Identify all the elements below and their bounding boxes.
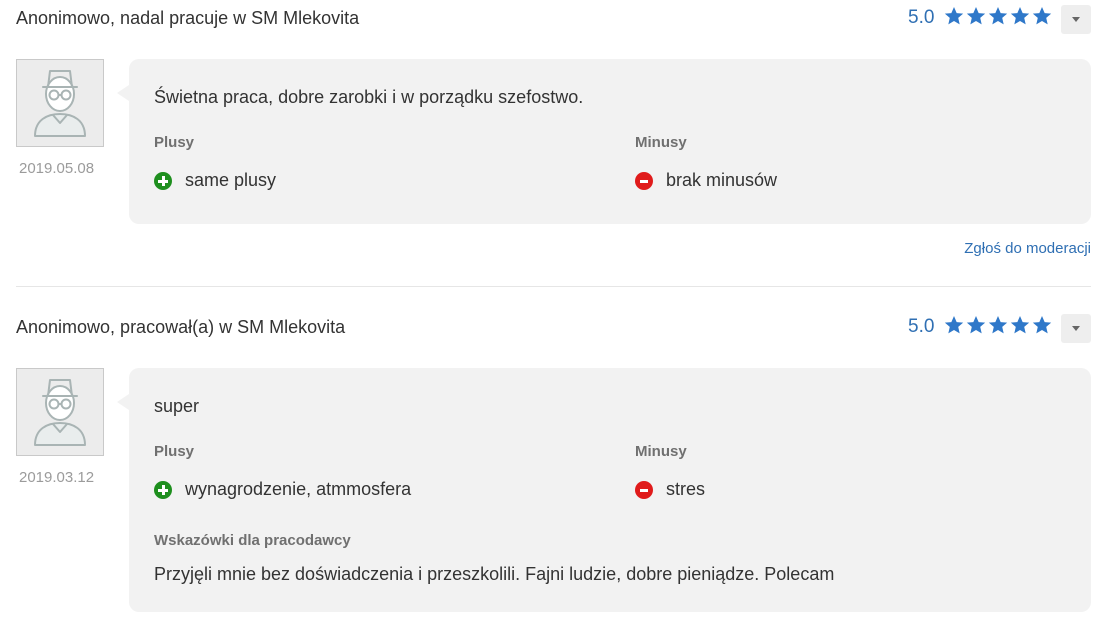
- rating-score: 5.0: [908, 316, 935, 337]
- review-options-dropdown[interactable]: [1061, 5, 1091, 34]
- pros-text: wynagrodzenie, atmmosfera: [185, 479, 412, 499]
- plus-icon: [154, 481, 172, 499]
- employer-tips-heading: Wskazówki dla pracodawcy: [154, 532, 351, 549]
- review-options-dropdown[interactable]: [1061, 314, 1091, 343]
- pros-heading: Plusy: [154, 134, 195, 151]
- star-icon: [965, 314, 987, 336]
- cons-heading: Minusy: [635, 134, 687, 151]
- star-icon: [987, 5, 1009, 27]
- cons-heading: Minusy: [635, 443, 687, 460]
- review-author-title: Anonimowo, pracował(a) w SM Mlekovita: [16, 317, 346, 337]
- cons-text: brak minusów: [666, 170, 778, 190]
- pros-text: same plusy: [185, 170, 277, 190]
- rating-stars: [943, 314, 1053, 338]
- review-summary: super: [154, 396, 200, 416]
- star-icon: [965, 5, 987, 27]
- review-date: 2019.05.08: [19, 160, 95, 177]
- avatar: [16, 368, 104, 456]
- review-date: 2019.03.12: [19, 469, 95, 486]
- star-icon: [943, 5, 965, 27]
- pros-heading: Plusy: [154, 443, 195, 460]
- divider: [16, 286, 1091, 287]
- rating-stars: [943, 5, 1053, 29]
- plus-icon: [154, 172, 172, 190]
- rating-score: 5.0: [908, 7, 935, 28]
- star-icon: [1009, 5, 1031, 27]
- review-summary: Świetna praca, dobre zarobki i w porządk…: [154, 87, 584, 107]
- review-body: super Plusy Minusy wynagrodzenie, atmmos…: [117, 368, 1091, 612]
- review-author-title: Anonimowo, nadal pracuje w SM Mlekovita: [16, 8, 360, 28]
- star-icon: [1031, 5, 1053, 27]
- minus-icon: [635, 481, 653, 499]
- star-icon: [1031, 314, 1053, 336]
- report-moderation-link[interactable]: Zgłoś do moderacji: [964, 240, 1091, 257]
- star-icon: [1009, 314, 1031, 336]
- anonymous-user-icon: [34, 70, 86, 137]
- star-icon: [943, 314, 965, 336]
- anonymous-user-icon: [34, 379, 86, 446]
- star-icon: [987, 314, 1009, 336]
- employer-tips-text: Przyjęli mnie bez doświadczenia i przesz…: [154, 564, 835, 584]
- cons-text: stres: [666, 479, 706, 499]
- minus-icon: [635, 172, 653, 190]
- review-body: Świetna praca, dobre zarobki i w porządk…: [117, 59, 1091, 224]
- avatar: [16, 59, 104, 147]
